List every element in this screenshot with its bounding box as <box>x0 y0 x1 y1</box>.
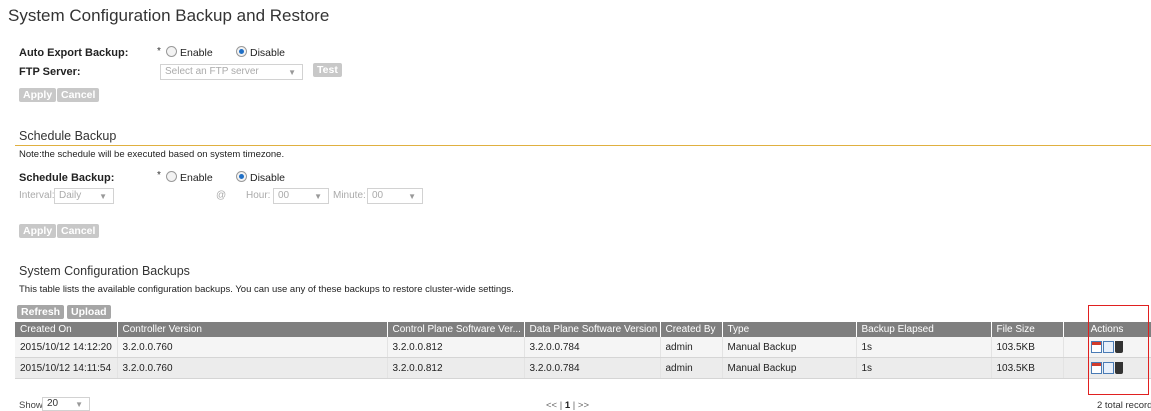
chevron-down-icon: ▼ <box>99 192 107 201</box>
chevron-down-icon: ▼ <box>288 68 296 77</box>
select-value: 20 <box>47 398 59 409</box>
chevron-down-icon: ▼ <box>408 192 416 201</box>
hour-select[interactable]: 00 ▼ <box>273 188 329 204</box>
column-header[interactable]: Created By <box>660 322 723 337</box>
hour-label: Hour: <box>246 190 271 201</box>
column-header[interactable]: Control Plane Software Ver... <box>387 322 525 337</box>
radio-selected-icon <box>236 171 247 182</box>
schedule-backup-label: Schedule Backup: <box>19 172 115 184</box>
table-cell: 2015/10/12 14:11:54 <box>15 357 118 379</box>
table-cell: 3.2.0.0.812 <box>387 337 525 358</box>
table-cell: Manual Backup <box>722 357 857 379</box>
backups-table: Created On Controller Version Control Pl… <box>15 322 1151 379</box>
select-value: Daily <box>59 190 82 201</box>
ftp-server-select[interactable]: Select an FTP server ▼ <box>160 64 303 80</box>
total-records: 2 total records <box>1097 400 1151 411</box>
auto-export-disable-radio[interactable]: Disable <box>236 46 285 59</box>
table-cell: admin <box>660 357 723 379</box>
table-cell: 1s <box>856 337 992 358</box>
column-header[interactable]: Type <box>722 322 857 337</box>
table-row[interactable]: 2015/10/12 14:11:54 3.2.0.0.760 3.2.0.0.… <box>15 357 1151 379</box>
table-header-row: Created On Controller Version Control Pl… <box>15 322 1151 337</box>
minute-label: Minute: <box>333 190 366 201</box>
radio-label: Enable <box>180 172 213 184</box>
apply-button[interactable]: Apply <box>19 88 57 102</box>
page-title: System Configuration Backup and Restore <box>8 6 330 25</box>
table-cell: 103.5KB <box>991 357 1064 379</box>
table-cell: 1s <box>856 357 992 379</box>
schedule-disable-radio[interactable]: Disable <box>236 171 285 184</box>
table-row[interactable]: 2015/10/12 14:12:20 3.2.0.0.760 3.2.0.0.… <box>15 337 1151 358</box>
radio-icon <box>166 46 177 57</box>
table-cell: admin <box>660 337 723 358</box>
interval-label: Interval: <box>19 190 55 201</box>
show-label: Show <box>19 400 43 411</box>
radio-selected-icon <box>236 46 247 57</box>
radio-icon <box>166 171 177 182</box>
auto-export-label: Auto Export Backup: <box>19 47 129 59</box>
table-cell: 3.2.0.0.784 <box>524 357 661 379</box>
select-value: 00 <box>372 190 384 201</box>
schedule-note: Note:the schedule will be executed based… <box>19 149 285 160</box>
interval-select[interactable]: Daily ▼ <box>54 188 114 204</box>
select-value: 00 <box>278 190 290 201</box>
backups-description: This table lists the available configura… <box>19 284 514 295</box>
minute-select[interactable]: 00 ▼ <box>367 188 423 204</box>
pager-current-page[interactable]: 1 <box>565 400 570 411</box>
refresh-button[interactable]: Refresh <box>17 305 65 319</box>
pager-separator: | <box>572 400 576 411</box>
apply-button[interactable]: Apply <box>19 224 57 238</box>
table-cell: 3.2.0.0.812 <box>387 357 525 379</box>
test-button[interactable]: Test <box>313 63 342 77</box>
column-header[interactable]: File Size <box>991 322 1064 337</box>
column-header[interactable]: Controller Version <box>117 322 388 337</box>
backups-section-title: System Configuration Backups <box>19 264 190 278</box>
pager-prev-link[interactable]: << <box>546 400 557 411</box>
table-cell: 3.2.0.0.784 <box>524 337 661 358</box>
radio-label: Disable <box>250 172 286 184</box>
upload-button[interactable]: Upload <box>67 305 111 319</box>
cancel-button[interactable]: Cancel <box>57 224 100 238</box>
pager-separator: | <box>559 400 563 411</box>
schedule-enable-radio[interactable]: Enable <box>166 171 213 184</box>
table-cell: 2015/10/12 14:12:20 <box>15 337 118 358</box>
column-header[interactable]: Backup Elapsed <box>856 322 992 337</box>
chevron-down-icon: ▼ <box>75 400 83 409</box>
column-header[interactable]: Created On <box>15 322 118 337</box>
chevron-down-icon: ▼ <box>314 192 322 201</box>
pager-next-link[interactable]: >> <box>578 400 589 411</box>
column-header[interactable]: Data Plane Software Version <box>524 322 661 337</box>
at-symbol: @ <box>216 190 227 201</box>
table-cell: 3.2.0.0.760 <box>117 337 388 358</box>
ftp-server-label: FTP Server: <box>19 66 81 78</box>
table-cell: 103.5KB <box>991 337 1064 358</box>
required-marker: * <box>157 46 161 57</box>
radio-label: Enable <box>180 47 213 59</box>
auto-export-enable-radio[interactable]: Enable <box>166 46 213 59</box>
cancel-button[interactable]: Cancel <box>57 88 100 102</box>
actions-highlight-box <box>1088 305 1149 395</box>
section-divider <box>15 145 1151 146</box>
radio-label: Disable <box>250 47 286 59</box>
table-cell: 3.2.0.0.760 <box>117 357 388 379</box>
table-cell: Manual Backup <box>722 337 857 358</box>
pagination: << | 1 | >> <box>546 400 589 411</box>
select-placeholder: Select an FTP server <box>165 66 259 77</box>
schedule-section-title: Schedule Backup <box>19 129 117 143</box>
required-marker: * <box>157 170 161 181</box>
